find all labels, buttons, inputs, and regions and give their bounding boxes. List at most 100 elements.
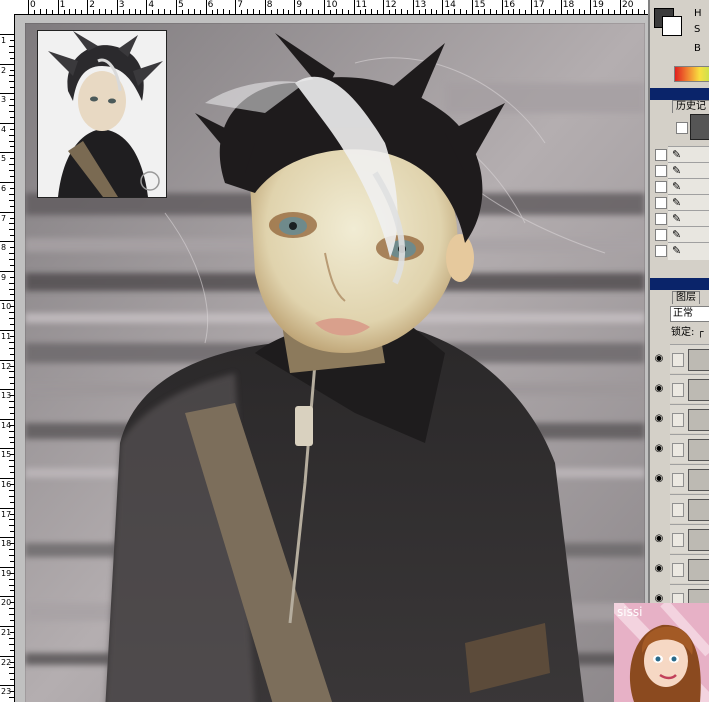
layers-panel-titlebar[interactable] <box>650 278 709 290</box>
color-ramp[interactable] <box>674 66 709 82</box>
layer-row[interactable] <box>670 404 709 433</box>
ruler-top-tick <box>383 0 385 14</box>
photoshop-window: 0 1 2 3 4 5 6 7 8 9 10 11 12 13 14 15 16 17 18 19 20 1234567… <box>0 0 709 702</box>
history-state-checkbox[interactable] <box>655 213 667 225</box>
layer-visibility-eye-icon[interactable]: ◉ <box>652 382 666 396</box>
background-color-swatch[interactable] <box>662 16 682 36</box>
lock-label: 锁定: ┌ <box>671 327 704 338</box>
layer-link-checkbox[interactable] <box>672 353 684 367</box>
ruler-left-minor-tick <box>9 199 14 201</box>
layer-thumbnail <box>688 349 709 371</box>
ruler-top-minor-tick <box>134 9 136 14</box>
layer-row[interactable] <box>670 344 709 373</box>
history-state-checkbox[interactable] <box>655 229 667 241</box>
history-state-checkbox[interactable] <box>655 197 667 209</box>
ruler-top-minor-tick <box>140 10 142 14</box>
ruler-top-tick <box>472 0 473 14</box>
brightness-label: B <box>694 43 701 54</box>
brush-icon: ✎ <box>672 212 682 225</box>
painting-canvas[interactable] <box>25 23 645 702</box>
ruler-top-label: 2 <box>89 0 95 10</box>
ruler-top-minor-tick <box>507 10 509 14</box>
ruler-top-minor-tick <box>537 10 539 14</box>
ruler-top-tick <box>501 0 503 14</box>
brush-icon: ✎ <box>672 244 682 257</box>
ruler-top-label: 18 <box>562 0 575 10</box>
history-snapshot-checkbox[interactable] <box>676 122 688 134</box>
ruler-left-label: 1 <box>1 36 7 45</box>
ruler-top-minor-tick <box>211 10 213 14</box>
ruler-top-label: 0 <box>30 0 36 10</box>
layer-link-checkbox[interactable] <box>672 533 684 547</box>
ruler-left-minor-tick <box>10 620 14 622</box>
ruler-left-label: 15 <box>1 450 12 460</box>
layer-link-checkbox[interactable] <box>672 383 684 397</box>
ruler-left-minor-tick <box>9 643 14 645</box>
ruler-top-label: 14 <box>444 0 456 10</box>
layer-row[interactable] <box>670 464 709 493</box>
layer-visibility-eye-icon[interactable]: ◉ <box>652 352 666 366</box>
reference-photo <box>37 30 167 198</box>
layer-link-checkbox[interactable] <box>672 473 684 487</box>
layer-row[interactable] <box>670 494 709 523</box>
ruler-top-minor-tick <box>193 9 195 14</box>
history-panel-titlebar[interactable] <box>650 88 709 100</box>
blend-mode-select[interactable]: 正常 <box>670 306 709 322</box>
ruler-top-minor-tick <box>489 9 491 14</box>
ruler-top-minor-tick <box>566 10 568 14</box>
blend-mode-value: 正常 <box>673 308 693 319</box>
layer-link-checkbox[interactable] <box>672 443 684 457</box>
ruler-left-minor-tick <box>9 45 14 47</box>
ruler-top-tick <box>87 0 89 14</box>
layer-link-checkbox[interactable] <box>672 413 684 427</box>
ruler-top-minor-tick <box>406 10 408 14</box>
ruler-top-tick <box>294 0 296 14</box>
ruler-left-minor-tick <box>9 489 14 491</box>
ruler-top-minor-tick <box>643 10 645 14</box>
ruler-left-minor-tick <box>9 75 14 77</box>
layer-visibility-eye-icon[interactable]: ◉ <box>652 472 666 486</box>
ruler-top-minor-tick <box>312 9 314 14</box>
layer-visibility-eye-icon[interactable]: ◉ <box>652 562 666 576</box>
history-snapshot-thumbnail[interactable] <box>690 114 709 140</box>
history-state-checkbox[interactable] <box>655 165 667 177</box>
horizontal-ruler[interactable]: 0 1 2 3 4 5 6 7 8 9 10 11 12 13 14 15 16 17 18 19 20 <box>14 0 648 15</box>
ruler-top-minor-tick <box>128 9 130 14</box>
ruler-left-minor-tick <box>10 187 14 189</box>
ruler-left-minor-tick <box>9 406 14 408</box>
history-state-checkbox[interactable] <box>655 149 667 161</box>
layer-thumbnail <box>688 559 709 581</box>
history-state-checkbox[interactable] <box>655 245 667 257</box>
vertical-ruler[interactable]: 1 2 3 4 5 6 7 8 9 10 11 12 13 14 15 16 17 18 19 20 21 22 23 <box>0 14 15 702</box>
layer-visibility-eye-icon[interactable] <box>652 502 666 516</box>
ruler-left-tick <box>0 596 14 598</box>
tab-history[interactable]: 历史记 <box>672 100 709 113</box>
tab-layers[interactable]: 图层 <box>672 291 700 304</box>
layer-link-checkbox[interactable] <box>672 503 684 517</box>
layer-link-checkbox[interactable] <box>672 563 684 577</box>
layer-visibility-eye-icon[interactable]: ◉ <box>652 532 666 546</box>
layer-row[interactable] <box>670 554 709 583</box>
history-state-row[interactable]: ✎ <box>668 242 709 260</box>
layer-visibility-eye-icon[interactable]: ◉ <box>652 442 666 456</box>
layer-thumbnail <box>688 409 709 431</box>
ruler-top-label: 9 <box>296 0 303 10</box>
history-state-checkbox[interactable] <box>655 181 667 193</box>
layer-row[interactable] <box>670 524 709 553</box>
ruler-left-minor-tick <box>10 276 14 278</box>
ruler-left-label: 23 <box>1 687 12 697</box>
saturation-label: S <box>694 24 701 35</box>
ruler-left-minor-tick <box>10 324 14 326</box>
layer-visibility-eye-icon[interactable]: ◉ <box>652 412 666 426</box>
ruler-left-tick <box>0 152 14 154</box>
ruler-left-label: 18 <box>1 539 12 549</box>
ruler-left-label: 22 <box>1 657 12 667</box>
layer-row[interactable] <box>670 374 709 403</box>
ruler-top-minor-tick <box>39 9 41 14</box>
ruler-left-label: 17 <box>1 509 12 519</box>
ruler-top-minor-tick <box>99 9 101 14</box>
ruler-top-minor-tick <box>276 9 278 14</box>
ruler-top-tick <box>205 0 207 14</box>
ruler-left-label: 4 <box>1 124 7 134</box>
layer-row[interactable] <box>670 434 709 463</box>
